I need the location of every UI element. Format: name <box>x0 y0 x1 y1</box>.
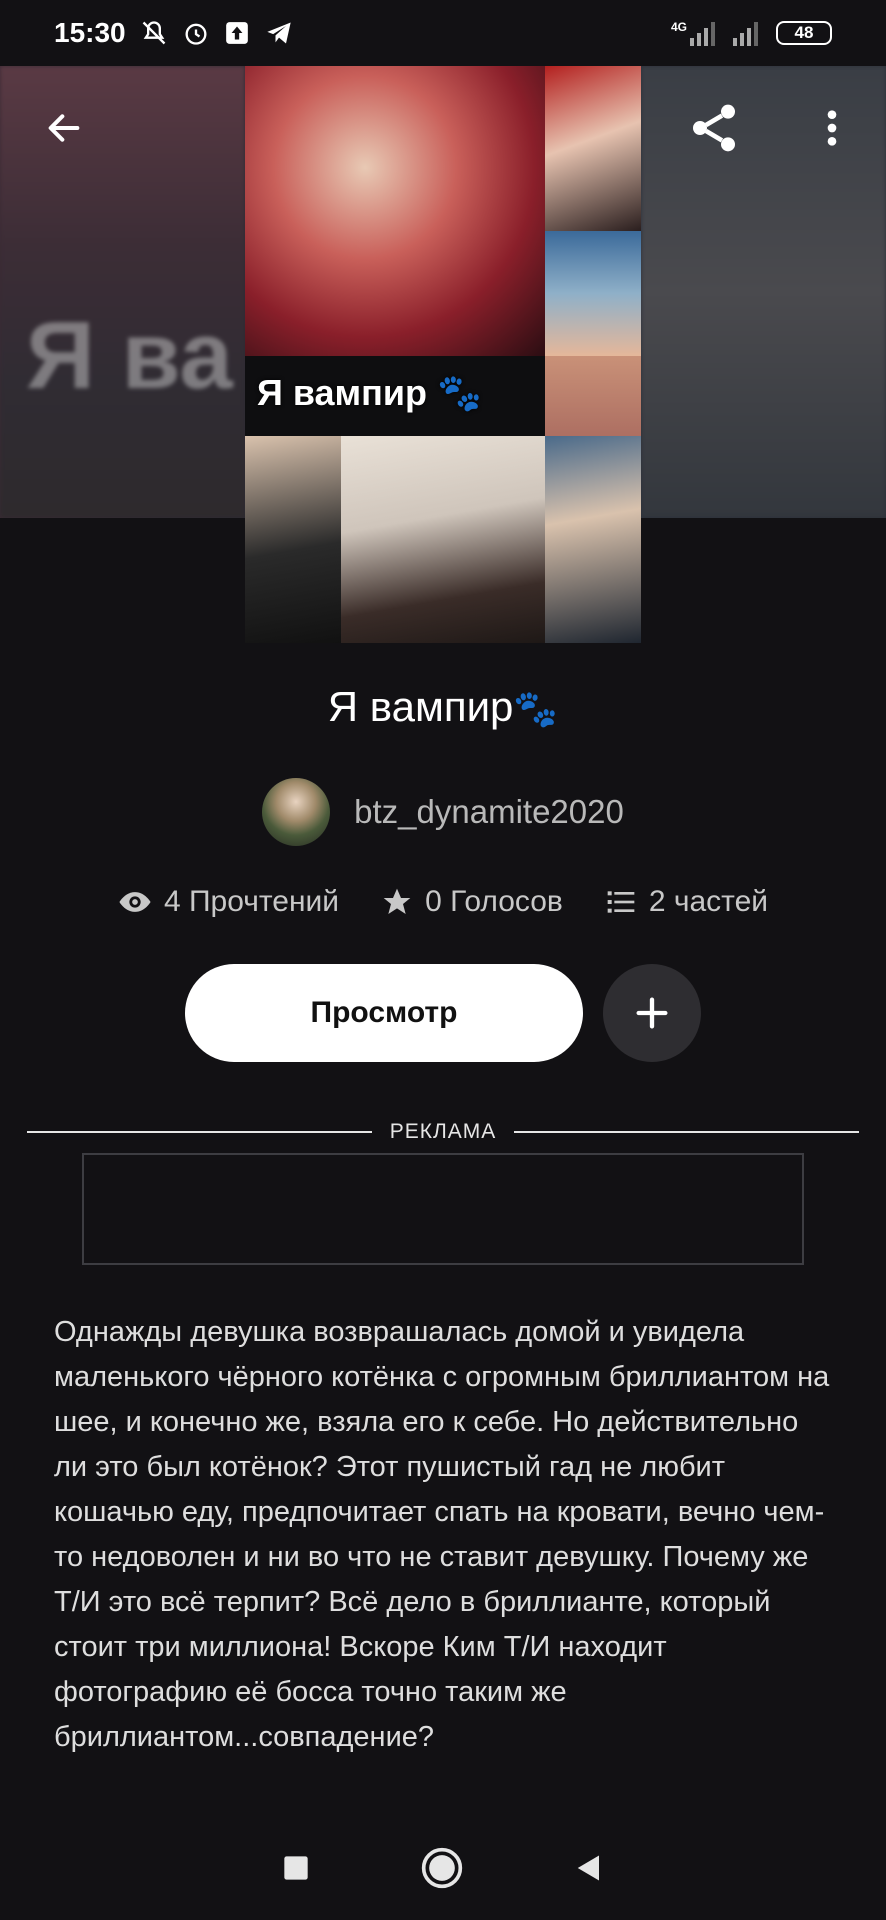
eye-icon <box>119 892 151 912</box>
cover-tile <box>245 436 341 643</box>
arrow-left-icon <box>48 114 80 142</box>
author-row[interactable]: btz_dynamite2020 <box>0 778 886 846</box>
status-time: 15:30 <box>54 17 126 48</box>
reads-count: 4 Прочтений <box>163 885 340 918</box>
signal-2-icon <box>733 20 758 46</box>
star-icon <box>383 888 411 914</box>
upload-icon <box>225 22 248 44</box>
more-button[interactable] <box>800 96 864 160</box>
paw-icon: 🐾 <box>513 688 559 729</box>
avatar[interactable] <box>262 778 331 846</box>
cover-tile <box>545 356 641 436</box>
story-description: Однажды девушка возврашалась домой и уви… <box>54 1316 830 1753</box>
cover-tile <box>245 66 545 356</box>
add-to-library-button[interactable] <box>603 964 701 1062</box>
cover-caption: Я вампир 🐾 <box>257 372 482 414</box>
ad-slot[interactable] <box>82 1153 804 1265</box>
action-row: Просмотр <box>0 964 886 1062</box>
mute-icon <box>142 21 165 45</box>
more-vertical-icon <box>827 110 837 146</box>
votes-stat: 0 Голосов <box>381 885 563 919</box>
triangle-back-icon <box>577 1855 599 1880</box>
story-title-text: Я вампир <box>327 683 514 730</box>
cover-caption-text: Я вампир <box>257 372 428 413</box>
battery-level: 48 <box>794 23 814 42</box>
list-icon <box>607 891 635 913</box>
cover-tile <box>545 436 641 643</box>
cover-tile <box>545 66 641 231</box>
votes-count: 0 Голосов <box>425 885 563 918</box>
home-circle-icon <box>421 1847 463 1888</box>
share-icon <box>693 104 735 152</box>
divider-line <box>514 1131 860 1133</box>
paw-icon: 🐾 <box>427 372 482 413</box>
cover-tile <box>545 231 641 356</box>
reads-stat: 4 Прочтений <box>118 885 339 919</box>
story-stats: 4 Прочтений 0 Голосов 2 частей <box>0 885 886 919</box>
story-cover[interactable]: Я вампир 🐾 <box>245 66 641 643</box>
cover-tile <box>341 436 545 643</box>
parts-count: 2 частей <box>648 885 769 918</box>
status-bar: 15:30 4G 48 <box>0 0 886 66</box>
plus-icon <box>636 997 668 1029</box>
back-nav-button[interactable] <box>574 1852 604 1889</box>
back-button[interactable] <box>32 96 96 160</box>
system-nav-bar <box>0 1820 886 1920</box>
recent-apps-button[interactable] <box>282 1854 310 1887</box>
signal-icon: 4G <box>671 20 715 46</box>
battery-icon: 48 <box>776 21 832 45</box>
view-button[interactable]: Просмотр <box>185 964 583 1062</box>
share-button[interactable] <box>682 96 746 160</box>
ad-label: РЕКЛАМА <box>389 1120 497 1143</box>
home-button[interactable] <box>420 1846 464 1895</box>
author-name[interactable]: btz_dynamite2020 <box>354 793 624 831</box>
square-icon <box>284 1855 308 1880</box>
parts-stat[interactable]: 2 частей <box>605 885 768 919</box>
divider-line <box>27 1131 372 1133</box>
hero-blur-text: Я ва <box>26 302 233 409</box>
ad-divider: РЕКЛАМА <box>27 1120 860 1144</box>
story-title: Я вампир🐾 <box>0 683 886 731</box>
telegram-icon <box>266 22 291 44</box>
alarm-icon <box>185 23 207 45</box>
